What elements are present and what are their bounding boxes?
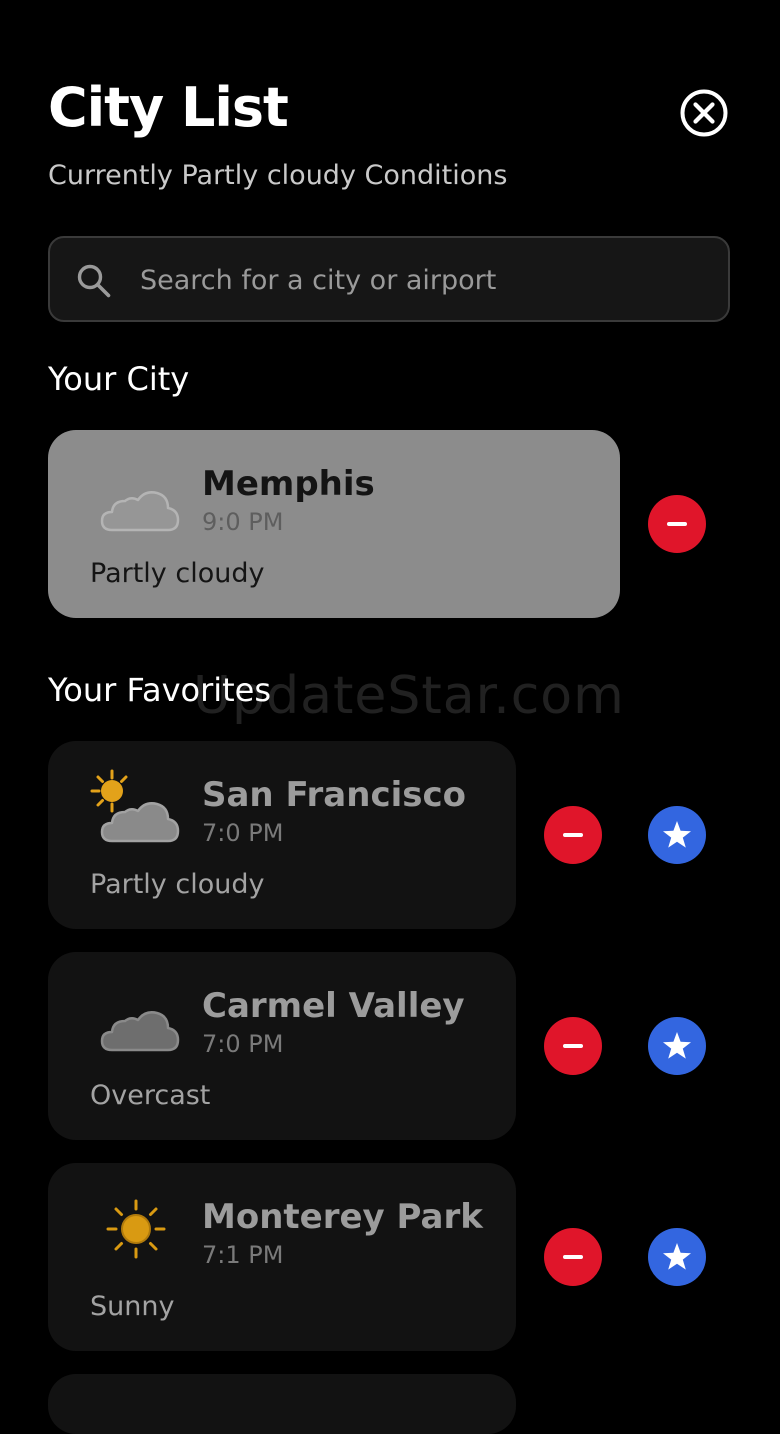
favorite-star-button[interactable]: [648, 1017, 706, 1075]
city-name: Memphis: [202, 464, 375, 504]
city-condition: Partly cloudy: [90, 869, 265, 900]
close-button[interactable]: [679, 88, 729, 138]
city-time: 9:0 PM: [202, 508, 284, 536]
remove-favorite-button[interactable]: [544, 1017, 602, 1075]
sun-icon: [106, 1199, 166, 1259]
cloud-icon: [100, 1011, 180, 1052]
minus-icon: [563, 1255, 583, 1259]
favorite-star-button[interactable]: [648, 1228, 706, 1286]
city-name: Carmel Valley: [202, 986, 465, 1026]
city-time: 7:0 PM: [202, 819, 284, 847]
favorite-city-card-partial[interactable]: [48, 1374, 516, 1434]
close-circle-icon: [680, 89, 728, 137]
page-title: City List: [48, 76, 289, 139]
favorite-star-button[interactable]: [648, 806, 706, 864]
your-city-heading: Your City: [48, 360, 190, 398]
page-subtitle: Currently Partly cloudy Conditions: [48, 160, 508, 191]
minus-icon: [667, 522, 687, 526]
city-name: San Francisco: [202, 775, 466, 815]
search-box[interactable]: [48, 236, 730, 322]
moon-cloud-icon: [100, 464, 180, 532]
favorite-city-card[interactable]: Carmel Valley 7:0 PM Overcast: [48, 952, 516, 1140]
current-city-card[interactable]: Memphis 9:0 PM Partly cloudy: [48, 430, 620, 618]
city-condition: Overcast: [90, 1080, 211, 1111]
minus-icon: [563, 1044, 583, 1048]
remove-favorite-button[interactable]: [544, 1228, 602, 1286]
city-time: 7:1 PM: [202, 1241, 284, 1269]
city-name: Monterey Park: [202, 1197, 483, 1237]
minus-icon: [563, 833, 583, 837]
city-condition: Sunny: [90, 1291, 175, 1322]
remove-current-city-button[interactable]: [648, 495, 706, 553]
sun-cloud-icon: [90, 769, 180, 843]
city-time: 7:0 PM: [202, 1030, 284, 1058]
search-icon: [77, 264, 111, 298]
search-input[interactable]: [138, 238, 712, 322]
city-condition: Partly cloudy: [90, 558, 265, 589]
favorite-city-card[interactable]: Monterey Park 7:1 PM Sunny: [48, 1163, 516, 1351]
favorites-heading: Your Favorites: [48, 671, 272, 709]
favorite-city-card[interactable]: San Francisco 7:0 PM Partly cloudy: [48, 741, 516, 929]
star-icon: [663, 1032, 691, 1059]
star-icon: [663, 1243, 691, 1270]
remove-favorite-button[interactable]: [544, 806, 602, 864]
star-icon: [663, 821, 691, 848]
